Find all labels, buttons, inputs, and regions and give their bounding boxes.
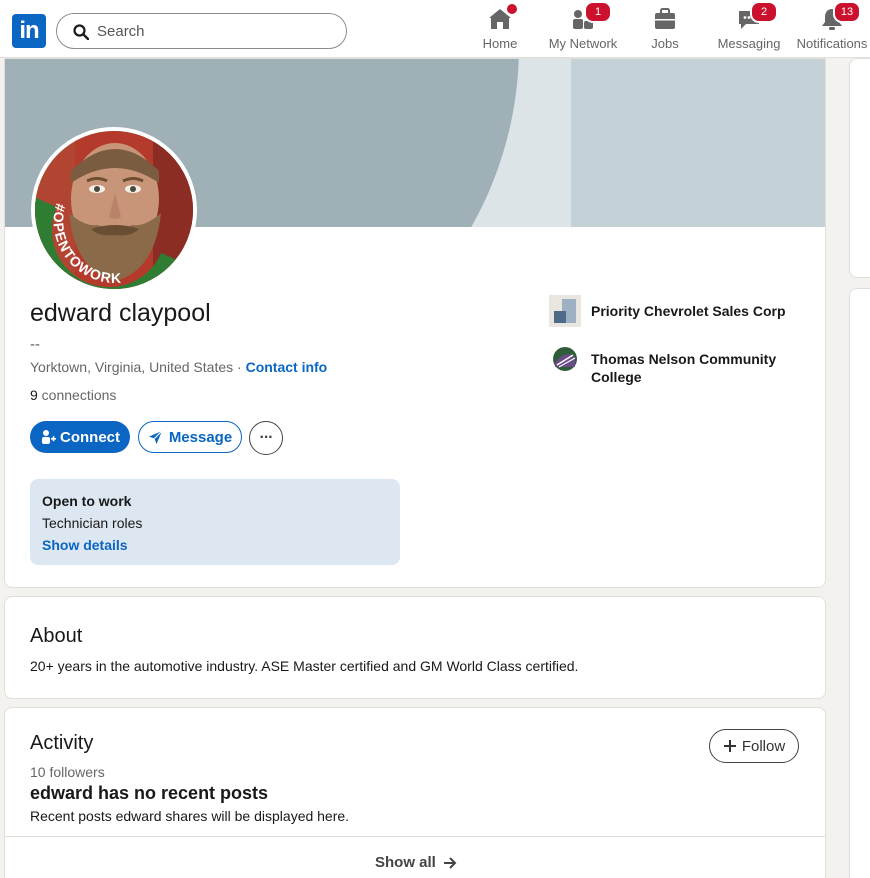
divider [5,836,825,837]
connect-button[interactable]: Connect [30,421,130,453]
nav-my-network[interactable]: 1 My Network [546,1,620,54]
messaging-badge: 2 [750,1,778,23]
nav-messaging-label: Messaging [717,36,781,51]
nav-notifications-label: Notifications [796,36,868,51]
profile-card: #OPENTOWORK edward claypool -- Yorktown,… [4,58,826,588]
profile-headline: -- [30,336,40,353]
ellipsis-icon: ··· [259,429,274,446]
followers-count: 10 followers [30,764,105,780]
activity-section: Activity 10 followers edward has no rece… [4,707,826,878]
nav-jobs[interactable]: Jobs [640,6,690,54]
connect-label: Connect [60,428,120,446]
briefcase-icon [655,8,675,29]
separator: · [233,359,246,375]
profile-photo[interactable]: #OPENTOWORK [31,127,197,293]
network-badge: 1 [584,1,612,23]
search-input[interactable] [97,20,327,42]
open-to-work-title: Open to work [42,493,132,509]
notifications-badge: 13 [833,1,861,23]
message-button[interactable]: Message [138,421,242,453]
connections-label: connections [37,387,117,403]
experience-item-college[interactable]: Thomas Nelson Community College [549,343,799,386]
about-section: About 20+ years in the automotive indust… [4,596,826,699]
nav-my-network-label: My Network [548,36,618,51]
top-navigation-bar: in Home 1 My Network [0,0,870,58]
nav-home[interactable]: Home [474,2,526,54]
company-name: Priority Chevrolet Sales Corp [591,303,786,319]
experience-item-company[interactable]: Priority Chevrolet Sales Corp [549,295,799,327]
connections-number: 9 [30,387,38,403]
message-label: Message [168,428,233,446]
search-icon [73,24,89,40]
plus-icon [723,740,736,752]
home-notification-dot [505,2,519,16]
contact-info-link[interactable]: Contact info [246,359,328,375]
company-logo-icon [549,295,581,327]
avatar: #OPENTOWORK [35,131,193,289]
profile-location: Yorktown, Virginia, United States [30,359,234,375]
right-rail-card [849,58,870,278]
show-all-label: Show all [374,854,436,871]
send-icon [148,430,163,444]
show-details-link[interactable]: Show details [42,537,388,553]
linkedin-logo[interactable]: in [12,14,46,48]
nav-notifications[interactable]: 13 Notifications [794,1,870,54]
show-all-button[interactable]: Show all [5,854,825,871]
profile-location-line: Yorktown, Virginia, United States · Cont… [30,359,327,375]
activity-title: Activity [30,732,94,754]
follow-label: Follow [741,737,786,755]
open-to-work-box[interactable]: Open to work Technician roles Show detai… [30,479,400,565]
college-name: Thomas Nelson Community College [591,351,777,385]
no-recent-posts-text: Recent posts edward shares will be displ… [30,808,350,824]
more-actions-button[interactable]: ··· [249,421,283,455]
arrow-right-icon [444,857,457,869]
profile-name: edward claypool [30,299,211,327]
about-text: 20+ years in the automotive industry. AS… [30,658,579,674]
nav-messaging[interactable]: 2 Messaging [716,1,782,54]
right-rail-card [849,288,870,878]
nav-jobs-label: Jobs [651,36,679,51]
college-logo-icon [553,347,577,371]
follow-button[interactable]: Follow [709,729,799,763]
no-recent-posts-heading: edward has no recent posts [30,783,269,803]
connections-count[interactable]: 9 connections [30,387,116,403]
add-person-icon [42,430,56,444]
open-to-work-roles: Technician roles [42,515,143,531]
nav-home-label: Home [482,36,518,51]
search-box[interactable] [56,13,347,49]
about-title: About [30,625,83,647]
